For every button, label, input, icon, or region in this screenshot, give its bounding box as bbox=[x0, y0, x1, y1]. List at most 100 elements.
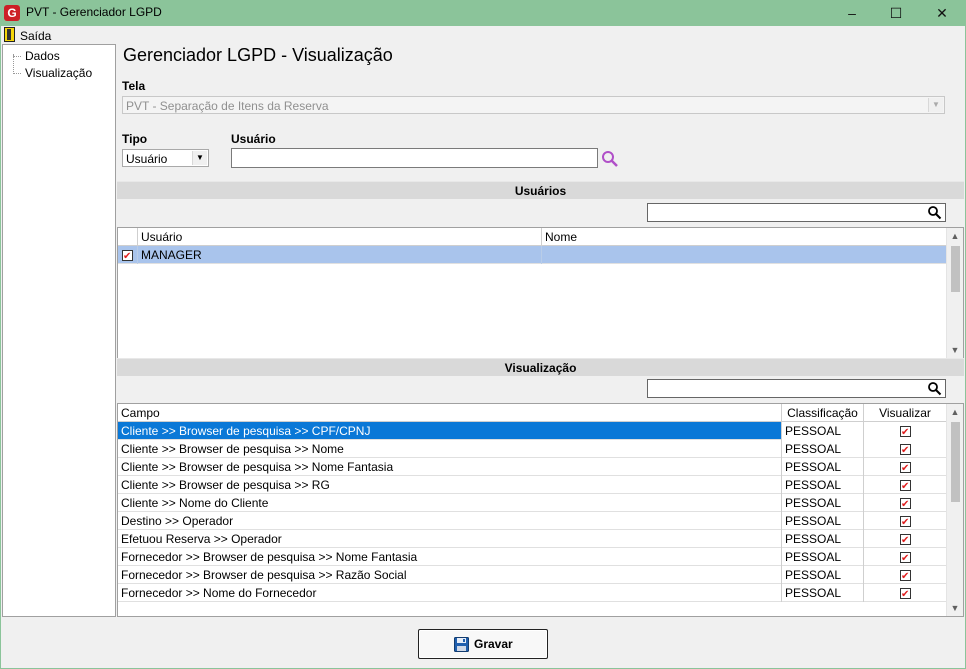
checkbox-checked[interactable] bbox=[900, 532, 911, 548]
scroll-thumb[interactable] bbox=[951, 246, 960, 292]
campo-cell: Cliente >> Browser de pesquisa >> Nome bbox=[118, 440, 782, 458]
tree-item-dados[interactable]: Dados bbox=[25, 49, 60, 63]
usuario-input[interactable] bbox=[231, 148, 598, 168]
scroll-up-icon[interactable]: ▲ bbox=[947, 228, 963, 244]
nome-cell bbox=[542, 246, 947, 264]
minimize-button[interactable]: – bbox=[830, 0, 874, 26]
column-header-visualizar[interactable]: Visualizar bbox=[864, 404, 947, 422]
tree-item-visualizacao[interactable]: Visualização bbox=[25, 66, 92, 80]
table-row[interactable]: MANAGER bbox=[118, 246, 947, 264]
save-button[interactable]: Gravar bbox=[418, 629, 548, 659]
classificacao-cell: PESSOAL bbox=[782, 440, 864, 458]
checkbox-checked[interactable] bbox=[900, 586, 911, 602]
usuario-label: Usuário bbox=[231, 132, 276, 146]
view-grid-header: Campo Classificação Visualizar bbox=[118, 404, 947, 422]
column-header-usuario[interactable]: Usuário bbox=[138, 228, 542, 246]
users-grid: Usuário Nome MANAGER ▲ ▼ bbox=[117, 227, 964, 359]
visualizar-cell[interactable] bbox=[864, 530, 947, 548]
page-title: Gerenciador LGPD - Visualização bbox=[123, 45, 393, 65]
search-icon[interactable] bbox=[601, 150, 619, 168]
visualizar-cell[interactable] bbox=[864, 584, 947, 602]
campo-cell: Cliente >> Nome do Cliente bbox=[118, 494, 782, 512]
table-row[interactable]: Destino >> Operador PESSOAL bbox=[118, 512, 947, 530]
close-button[interactable]: ✕ bbox=[920, 0, 964, 26]
view-grid: Campo Classificação Visualizar Cliente >… bbox=[117, 403, 964, 617]
table-row[interactable]: Cliente >> Nome do Cliente PESSOAL bbox=[118, 494, 947, 512]
visualizar-cell[interactable] bbox=[864, 512, 947, 530]
visualizar-cell[interactable] bbox=[864, 440, 947, 458]
navigation-tree bbox=[2, 44, 116, 617]
tipo-label: Tipo bbox=[122, 132, 148, 146]
visualizar-cell[interactable] bbox=[864, 494, 947, 512]
table-row[interactable]: Fornecedor >> Browser de pesquisa >> Nom… bbox=[118, 548, 947, 566]
campo-cell: Fornecedor >> Browser de pesquisa >> Nom… bbox=[118, 548, 782, 566]
campo-cell: Fornecedor >> Nome do Fornecedor bbox=[118, 584, 782, 602]
table-row[interactable]: Fornecedor >> Nome do Fornecedor PESSOAL bbox=[118, 584, 947, 602]
window-title: PVT - Gerenciador LGPD bbox=[26, 5, 162, 19]
campo-cell: Efetuou Reserva >> Operador bbox=[118, 530, 782, 548]
checkbox-checked[interactable] bbox=[900, 568, 911, 584]
scroll-down-icon[interactable]: ▼ bbox=[947, 600, 963, 616]
view-filter-input[interactable] bbox=[647, 379, 946, 398]
visualizar-cell[interactable] bbox=[864, 422, 947, 440]
campo-cell: Cliente >> Browser de pesquisa >> CPF/CP… bbox=[118, 422, 782, 440]
visualizar-cell[interactable] bbox=[864, 458, 947, 476]
visualizar-cell[interactable] bbox=[864, 476, 947, 494]
checkbox-checked[interactable] bbox=[122, 248, 133, 264]
scroll-up-icon[interactable]: ▲ bbox=[947, 404, 963, 420]
search-icon[interactable] bbox=[927, 381, 942, 396]
tela-select-value: PVT - Separação de Itens da Reserva bbox=[126, 99, 329, 113]
classificacao-cell: PESSOAL bbox=[782, 422, 864, 440]
table-row[interactable]: Cliente >> Browser de pesquisa >> Nome PE… bbox=[118, 440, 947, 458]
exit-door-icon[interactable] bbox=[4, 27, 15, 42]
maximize-button[interactable]: ☐ bbox=[874, 0, 918, 26]
view-scrollbar[interactable]: ▲ ▼ bbox=[946, 404, 963, 616]
table-row[interactable]: Cliente >> Browser de pesquisa >> RG PESS… bbox=[118, 476, 947, 494]
chevron-down-icon[interactable]: ▼ bbox=[928, 98, 943, 112]
menu-item-saida[interactable]: Saída bbox=[20, 29, 51, 43]
checkbox-checked[interactable] bbox=[900, 496, 911, 512]
checkbox-checked[interactable] bbox=[900, 460, 911, 476]
campo-cell: Fornecedor >> Browser de pesquisa >> Raz… bbox=[118, 566, 782, 584]
scroll-thumb[interactable] bbox=[951, 422, 960, 502]
checkbox-checked[interactable] bbox=[900, 478, 911, 494]
tipo-select[interactable]: Usuário ▼ bbox=[122, 149, 209, 167]
tree-connector bbox=[13, 56, 21, 57]
campo-cell: Destino >> Operador bbox=[118, 512, 782, 530]
search-icon[interactable] bbox=[927, 205, 942, 220]
app-logo-icon: G bbox=[4, 5, 20, 21]
visualizar-cell[interactable] bbox=[864, 548, 947, 566]
chevron-down-icon[interactable]: ▼ bbox=[192, 151, 207, 165]
tipo-select-value: Usuário bbox=[126, 152, 168, 166]
classificacao-cell: PESSOAL bbox=[782, 530, 864, 548]
menu-bar bbox=[1, 26, 965, 44]
column-header-campo[interactable]: Campo bbox=[118, 404, 782, 422]
table-row[interactable]: Cliente >> Browser de pesquisa >> Nome F… bbox=[118, 458, 947, 476]
column-header-classificacao[interactable]: Classificação bbox=[782, 404, 864, 422]
checkbox-checked[interactable] bbox=[900, 424, 911, 440]
tela-label: Tela bbox=[122, 79, 146, 93]
users-section-header: Usuários bbox=[117, 181, 964, 199]
usuario-cell: MANAGER bbox=[138, 246, 542, 264]
table-row[interactable]: Fornecedor >> Browser de pesquisa >> Raz… bbox=[118, 566, 947, 584]
header-check-column bbox=[118, 228, 138, 246]
users-grid-header: Usuário Nome bbox=[118, 228, 947, 246]
save-button-label: Gravar bbox=[474, 637, 513, 651]
checkbox-checked[interactable] bbox=[900, 514, 911, 530]
classificacao-cell: PESSOAL bbox=[782, 512, 864, 530]
campo-cell: Cliente >> Browser de pesquisa >> RG bbox=[118, 476, 782, 494]
scroll-down-icon[interactable]: ▼ bbox=[947, 342, 963, 358]
checkbox-checked[interactable] bbox=[900, 550, 911, 566]
visualizar-cell[interactable] bbox=[864, 566, 947, 584]
column-header-nome[interactable]: Nome bbox=[542, 228, 947, 246]
users-scrollbar[interactable]: ▲ ▼ bbox=[946, 228, 963, 358]
checkbox-checked[interactable] bbox=[900, 442, 911, 458]
classificacao-cell: PESSOAL bbox=[782, 476, 864, 494]
users-filter-input[interactable] bbox=[647, 203, 946, 222]
tela-select[interactable]: PVT - Separação de Itens da Reserva ▼ bbox=[122, 96, 945, 114]
row-check-cell[interactable] bbox=[118, 246, 138, 264]
table-row[interactable]: Efetuou Reserva >> Operador PESSOAL bbox=[118, 530, 947, 548]
classificacao-cell: PESSOAL bbox=[782, 584, 864, 602]
table-row[interactable]: Cliente >> Browser de pesquisa >> CPF/CP… bbox=[118, 422, 947, 440]
tree-connector bbox=[13, 54, 14, 74]
